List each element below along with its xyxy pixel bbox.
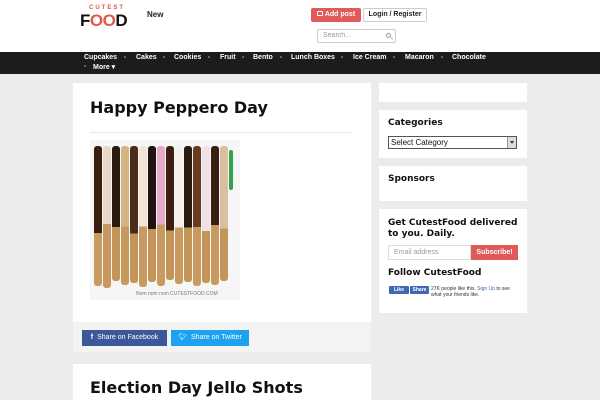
pocky-stick [103,146,111,288]
divider [90,132,352,133]
nav-separator: • [341,55,344,61]
share-facebook-button[interactable]: f Share on Facebook [82,330,167,346]
search-placeholder: Search... [323,32,352,39]
pocky-stick [220,146,228,281]
twitter-icon: 🐦︎ [178,334,188,341]
nav-item-bento[interactable]: Bento [253,54,273,61]
pocky-stick [94,146,102,286]
category-nav: Cupcakes • Cakes • Cookies • Fruit • Ben… [0,52,600,74]
search-icon[interactable] [386,33,391,38]
share-twitter-label: Share on Twitter [191,334,242,341]
pocky-stick [157,146,165,286]
pocky-stick [184,146,192,282]
nav-item-chocolate[interactable]: Chocolate [452,54,486,61]
chevron-down-icon [507,137,516,148]
pocky-stick [202,146,210,283]
nav-item-fruit[interactable]: Fruit [220,54,236,61]
upload-icon [316,10,323,16]
nav-item-macaron[interactable]: Macaron [405,54,434,61]
facebook-signup-link[interactable]: Sign Up [477,286,495,292]
email-field[interactable]: Email address [388,245,471,260]
add-post-button[interactable]: Add post [311,8,361,22]
categories-title: Categories [388,118,443,128]
category-select-value: Select Category [391,138,448,147]
pocky-stick [130,146,138,283]
pocky-stick [148,146,156,282]
pocky-stick [211,146,219,285]
nav-separator: • [163,55,166,61]
pocky-stick [193,146,201,286]
nav-separator: • [84,64,87,70]
post-title[interactable]: Election Day Jello Shots [90,378,303,397]
pocky-stick [166,146,174,280]
nav-item-cookies[interactable]: Cookies [174,54,201,61]
nav-separator: • [242,55,245,61]
facebook-icon: f [90,334,94,341]
pocky-stick [175,146,183,284]
pocky-stick [139,146,147,287]
facebook-like-button[interactable]: Like [389,286,409,294]
nav-separator: • [208,55,211,61]
follow-title: Follow CutestFood [388,268,482,278]
share-twitter-button[interactable]: 🐦︎ Share on Twitter [171,330,249,346]
email-placeholder: Email address [394,249,439,256]
pocky-stick-green [229,150,233,190]
nav-separator: • [441,55,444,61]
nav-item-lunch-boxes[interactable]: Lunch Boxes [291,54,335,61]
image-credit: Nom nom nom CUTESTFOOD.COM [136,291,218,297]
subscribe-button[interactable]: Subscribe! [471,245,518,260]
nav-separator: • [280,55,283,61]
post-title[interactable]: Happy Peppero Day [90,98,268,117]
post-image[interactable]: Nom nom nom CUTESTFOOD.COM [90,140,240,300]
nav-new-link[interactable]: New [147,10,163,19]
facebook-share-button[interactable]: Share [410,286,429,294]
facebook-like-text: 27K people like this. Sign Up to see wha… [431,286,510,298]
logo-text-main: FOOD [80,11,128,30]
sidebar-widget-empty [379,83,527,102]
login-register-button[interactable]: Login / Register [363,8,427,22]
site-logo[interactable]: CUTEST FOOD [80,5,130,30]
pocky-stick [112,146,120,281]
sponsors-title: Sponsors [388,174,435,184]
category-select[interactable]: Select Category [388,136,517,149]
nav-separator: • [393,55,396,61]
newsletter-title: Get CutestFood delivered to you. Daily. [388,218,518,239]
site-header: CUTEST FOOD New Add post Login / Registe… [0,0,600,52]
share-facebook-label: Share on Facebook [97,334,159,341]
pocky-stick [121,146,129,285]
nav-item-cakes[interactable]: Cakes [136,54,157,61]
nav-item-more[interactable]: More ▾ [93,63,115,71]
nav-item-cupcakes[interactable]: Cupcakes [84,54,117,61]
nav-item-ice-cream[interactable]: Ice Cream [353,54,386,61]
search-input[interactable]: Search... [317,29,396,43]
add-post-label: Add post [324,11,356,18]
nav-separator: • [124,55,127,61]
